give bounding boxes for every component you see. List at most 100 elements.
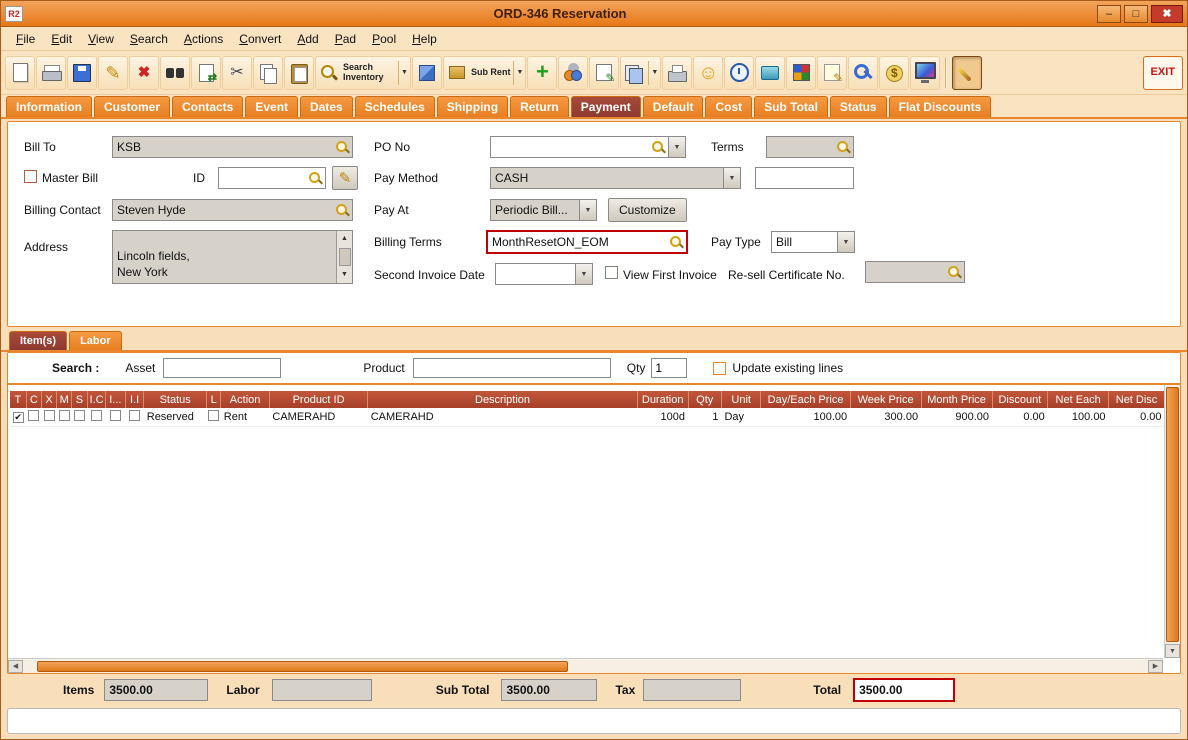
edit-pencil-button[interactable]	[98, 56, 128, 90]
address-scrollbar[interactable]: ▲▼	[336, 231, 352, 283]
column-l[interactable]: L	[207, 391, 221, 408]
billing-terms-field[interactable]: MonthResetON_EOM	[486, 230, 688, 254]
dropdown-arrow-icon[interactable]	[513, 61, 523, 85]
exit-button[interactable]: EXIT	[1143, 56, 1183, 90]
column-m[interactable]: M	[57, 391, 72, 408]
column-t[interactable]: T	[10, 391, 26, 408]
menu-view[interactable]: View	[81, 30, 121, 48]
terms-field[interactable]	[766, 136, 854, 158]
master-bill-checkbox[interactable]	[24, 170, 37, 183]
copy-button[interactable]	[253, 56, 283, 90]
second-invoice-date-dropdown-icon[interactable]	[575, 264, 592, 284]
column-net-disc[interactable]: Net Disc	[1109, 391, 1165, 408]
tab-dates[interactable]: Dates	[300, 96, 353, 117]
qty-input[interactable]	[651, 358, 687, 378]
column-description[interactable]: Description	[368, 391, 638, 408]
row-checkbox-l[interactable]	[208, 410, 219, 421]
monitor-button[interactable]	[910, 56, 940, 90]
resell-certificate-search-button[interactable]	[944, 262, 964, 282]
billing-contact-search-button[interactable]	[332, 200, 352, 220]
menu-pad[interactable]: Pad	[328, 30, 363, 48]
tab-flat-discounts[interactable]: Flat Discounts	[889, 96, 992, 117]
print-button[interactable]	[36, 56, 66, 90]
scroll-up-icon[interactable]: ▲	[341, 231, 348, 247]
cut-button[interactable]	[222, 56, 252, 90]
new-document-button[interactable]	[5, 56, 35, 90]
scroll-down-icon[interactable]: ▼	[341, 267, 348, 283]
dropdown-arrow-icon[interactable]	[648, 61, 658, 85]
resell-certificate-field[interactable]	[865, 261, 965, 283]
menu-add[interactable]: Add	[290, 30, 325, 48]
second-invoice-date-field[interactable]	[495, 263, 593, 285]
table-row[interactable]: ✔ReservedRentCAMERAHDCAMERAHD100d1Day100…	[10, 408, 1165, 426]
pay-at-dropdown[interactable]: Periodic Bill...	[490, 199, 597, 221]
column-i[interactable]: I...	[105, 391, 125, 408]
tab-customer[interactable]: Customer	[94, 96, 170, 117]
product-input[interactable]	[413, 358, 611, 378]
scroll-left-icon[interactable]: ◀	[8, 660, 23, 673]
disk-drive-button[interactable]	[755, 56, 785, 90]
pay-at-dropdown-icon[interactable]	[579, 200, 596, 220]
tab-cost[interactable]: Cost	[705, 96, 752, 117]
note-edit-button[interactable]	[589, 56, 619, 90]
convert-document-button[interactable]	[191, 56, 221, 90]
menu-search[interactable]: Search	[123, 30, 175, 48]
title-bar[interactable]: R2 ORD-346 Reservation – □ ✖	[1, 1, 1187, 27]
binoculars-search-button[interactable]	[160, 56, 190, 90]
maximize-button[interactable]: □	[1124, 5, 1148, 23]
column-duration[interactable]: Duration	[637, 391, 688, 408]
tab-schedules[interactable]: Schedules	[355, 96, 435, 117]
id-field[interactable]	[218, 167, 326, 189]
h-scrollbar[interactable]: ◀ ▶	[8, 658, 1163, 673]
view-first-invoice-checkbox[interactable]	[605, 266, 618, 279]
billing-terms-search-button[interactable]	[666, 232, 686, 252]
customize-button[interactable]: Customize	[608, 198, 687, 222]
tab-payment[interactable]: Payment	[571, 96, 641, 117]
close-button[interactable]: ✖	[1151, 5, 1183, 23]
column-net-each[interactable]: Net Each	[1048, 391, 1109, 408]
column-qty[interactable]: Qty	[688, 391, 721, 408]
tab-item-s[interactable]: Item(s)	[9, 331, 67, 350]
column-i-i[interactable]: I.I	[126, 391, 144, 408]
group-balls-button[interactable]	[558, 56, 588, 90]
id-edit-button[interactable]	[332, 166, 358, 190]
tab-default[interactable]: Default	[643, 96, 704, 117]
asset-input[interactable]	[163, 358, 281, 378]
sub-rent-button[interactable]: Sub Rent	[443, 56, 526, 90]
row-checkbox-t[interactable]: ✔	[13, 412, 24, 423]
row-checkbox-m[interactable]	[59, 410, 70, 421]
column-week-price[interactable]: Week Price	[850, 391, 921, 408]
row-checkbox-s[interactable]	[74, 410, 85, 421]
menu-edit[interactable]: Edit	[44, 30, 79, 48]
delete-button[interactable]	[129, 56, 159, 90]
po-no-field[interactable]	[490, 136, 686, 158]
tab-contacts[interactable]: Contacts	[172, 96, 243, 117]
column-discount[interactable]: Discount	[992, 391, 1048, 408]
id-search-button[interactable]	[305, 168, 325, 188]
money-button[interactable]	[879, 56, 909, 90]
clock-button[interactable]	[724, 56, 754, 90]
tab-sub-total[interactable]: Sub Total	[754, 96, 828, 117]
menu-file[interactable]: File	[9, 30, 42, 48]
tab-status[interactable]: Status	[830, 96, 887, 117]
fax-button[interactable]	[662, 56, 692, 90]
column-x[interactable]: X	[41, 391, 56, 408]
row-checkbox-i[interactable]	[110, 410, 121, 421]
column-unit[interactable]: Unit	[721, 391, 761, 408]
h-scroll-thumb[interactable]	[37, 661, 568, 672]
column-day-each-price[interactable]: Day/Each Price	[761, 391, 850, 408]
tab-information[interactable]: Information	[6, 96, 92, 117]
cards-stack-button[interactable]	[620, 56, 661, 90]
add-plus-button[interactable]	[527, 56, 557, 90]
v-scroll-thumb[interactable]	[1166, 387, 1179, 642]
pay-type-dropdown-icon[interactable]	[837, 232, 854, 252]
billing-contact-field[interactable]: Steven Hyde	[112, 199, 353, 221]
colored-cubes-button[interactable]	[786, 56, 816, 90]
column-i-c[interactable]: I.C	[87, 391, 105, 408]
wand-button[interactable]	[952, 56, 982, 90]
pay-type-dropdown[interactable]: Bill	[771, 231, 855, 253]
row-checkbox-i-c[interactable]	[91, 410, 102, 421]
pay-method-dropdown-icon[interactable]	[723, 168, 740, 188]
smiley-button[interactable]	[693, 56, 723, 90]
row-checkbox-i-i[interactable]	[129, 410, 140, 421]
